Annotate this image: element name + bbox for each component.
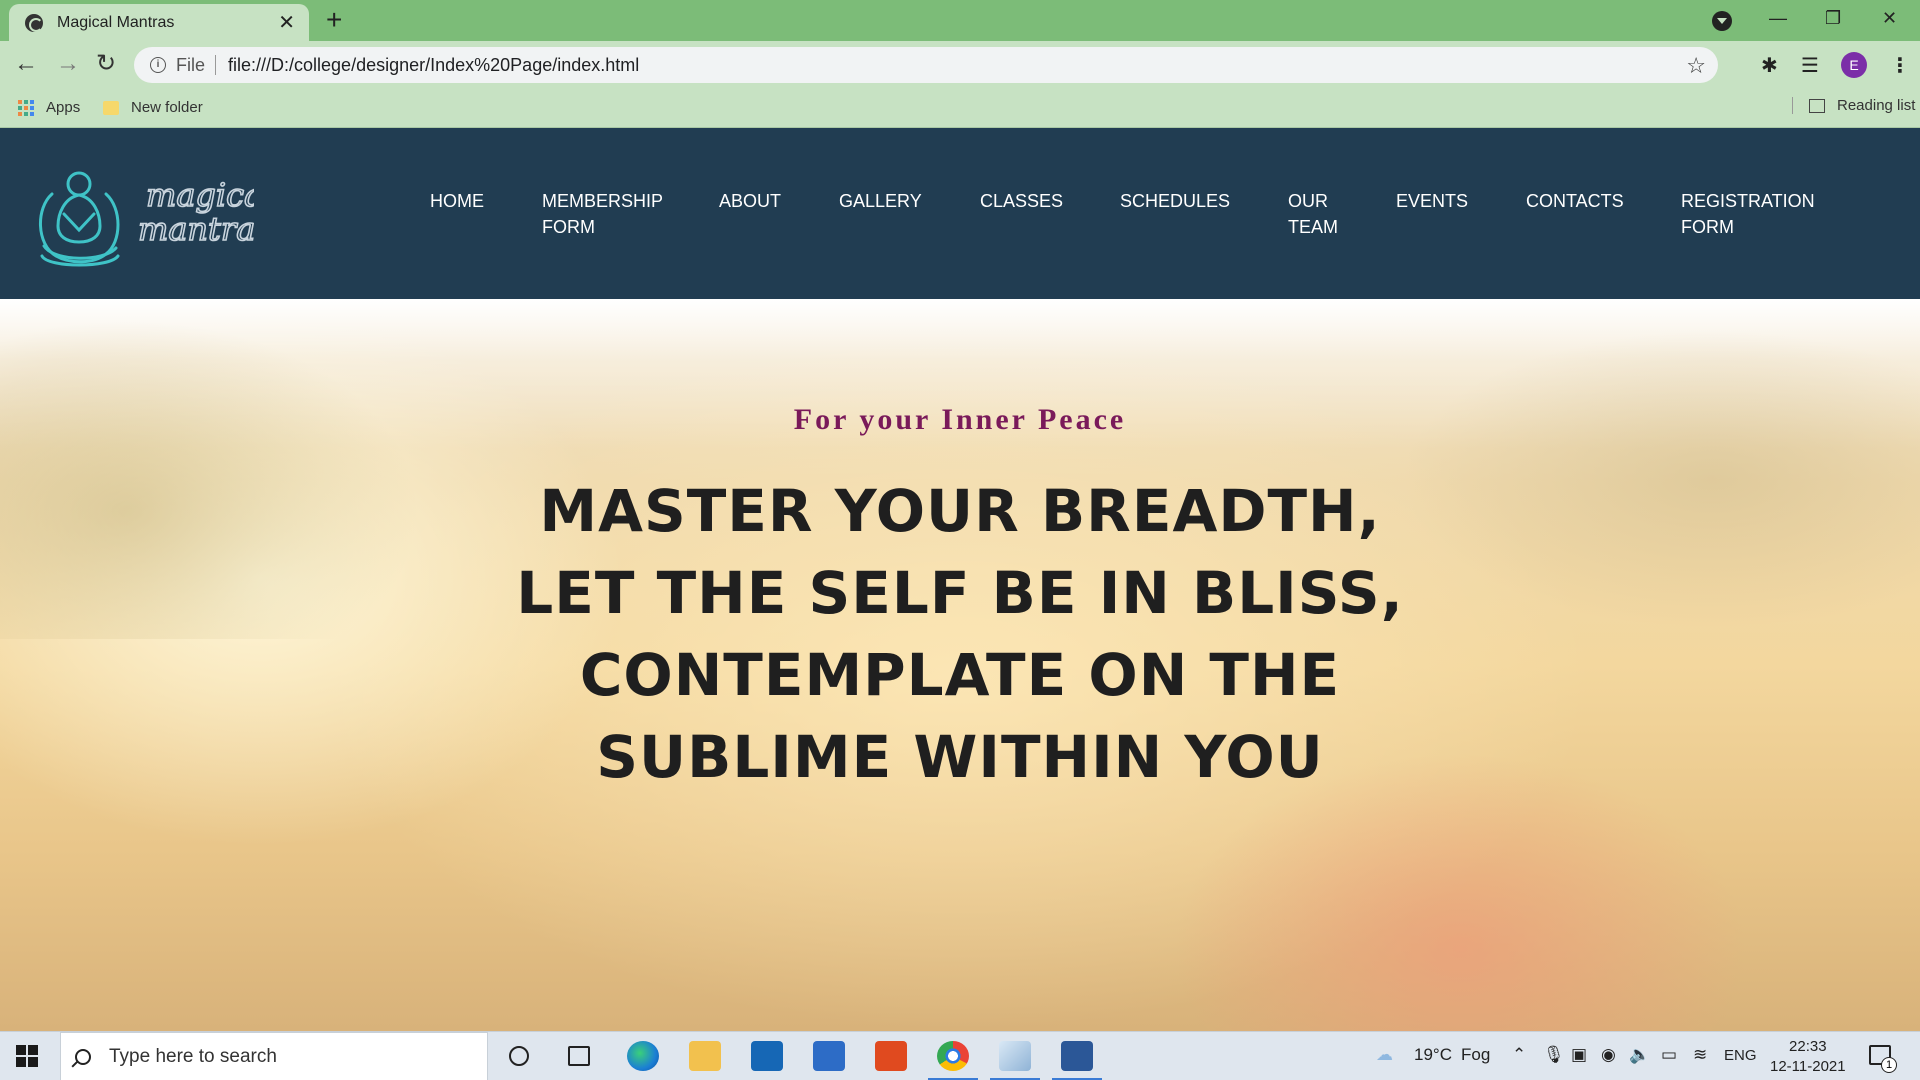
nav-registration-form[interactable]: REGISTRATION FORM (1681, 188, 1831, 240)
security-icon[interactable]: ▣ (1571, 1045, 1587, 1065)
taskbar-search-input[interactable] (109, 1045, 469, 1068)
site-info-icon[interactable]: i (150, 57, 166, 73)
hero-background-grass-left (0, 319, 420, 639)
file-explorer-icon[interactable] (689, 1041, 721, 1071)
dell-app-icon[interactable] (751, 1041, 783, 1071)
volume-icon[interactable]: 🔈 (1629, 1045, 1650, 1065)
url-text[interactable]: file:///D:/college/designer/Index%20Page… (228, 55, 639, 76)
address-bar[interactable]: i File file:///D:/college/designer/Index… (134, 47, 1718, 83)
reading-list-label: Reading list (1837, 97, 1916, 114)
edge-icon[interactable] (627, 1041, 659, 1071)
media-control-icon[interactable]: ☰ (1801, 53, 1819, 78)
tab-close-icon[interactable]: ✕ (278, 13, 295, 33)
mail-icon[interactable] (813, 1041, 845, 1071)
windows-taskbar: ☁ 19°C Fog ⌃ 🎙 ▣ ◉ 🔈 ▭ ≋ ENG 22:33 12-11… (0, 1031, 1920, 1080)
back-icon[interactable]: ← (14, 49, 38, 79)
magical-mantras-logo[interactable]: magical mantras (34, 164, 254, 274)
weather-description[interactable]: Fog (1461, 1045, 1490, 1065)
bookmark-new-folder[interactable]: New folder (103, 99, 203, 116)
bookmark-label: New folder (131, 99, 203, 116)
bookmark-label: Apps (46, 99, 81, 116)
nav-schedules[interactable]: SCHEDULES (1120, 188, 1230, 214)
restore-icon[interactable]: ❐ (1825, 8, 1841, 29)
reading-list-button[interactable]: Reading list (1792, 97, 1915, 114)
url-scheme-label: File (176, 55, 217, 75)
minimize-icon[interactable]: — (1769, 8, 1787, 29)
apps-grid-icon (18, 99, 34, 116)
weather-temperature[interactable]: 19°C (1414, 1045, 1452, 1065)
hero-background-grass-right (1400, 329, 1920, 629)
chevron-up-icon[interactable]: ⌃ (1512, 1045, 1526, 1065)
search-icon (75, 1048, 91, 1065)
profile-avatar[interactable]: E (1841, 52, 1867, 78)
extensions-icon[interactable]: ✱ (1761, 53, 1778, 78)
chrome-icon[interactable] (928, 1041, 978, 1080)
nav-membership-form[interactable]: MEMBERSHIP FORM (542, 188, 672, 240)
browser-tab-active[interactable]: Magical Mantras ✕ (9, 4, 309, 42)
hero-tagline: For your Inner Peace (793, 403, 1127, 436)
nav-home[interactable]: HOME (430, 188, 484, 214)
weather-cloud-icon[interactable]: ☁ (1376, 1045, 1393, 1065)
bookmark-apps[interactable]: Apps (18, 99, 80, 116)
logo-text-magical: magical (146, 176, 254, 214)
system-clock[interactable]: 22:33 12-11-2021 (1770, 1037, 1846, 1077)
bookmark-star-icon[interactable]: ☆ (1686, 53, 1706, 79)
hero-headline: MASTER YOUR BREADTH, LET THE SELF BE IN … (516, 477, 1404, 791)
notification-count-badge: 1 (1881, 1057, 1897, 1073)
taskbar-search-box[interactable] (60, 1032, 488, 1080)
browser-toolbar: ← → ↻ i File file:///D:/college/designer… (0, 41, 1920, 91)
microphone-icon[interactable]: 🎙 (1543, 1045, 1565, 1065)
clock-date: 12-11-2021 (1770, 1058, 1846, 1075)
wifi-icon[interactable]: ≋ (1693, 1045, 1707, 1065)
tab-title: Magical Mantras (57, 14, 175, 31)
nav-events[interactable]: EVENTS (1396, 188, 1468, 214)
nav-gallery[interactable]: GALLERY (839, 188, 922, 214)
bookmarks-bar: Apps New folder Reading list (0, 91, 1920, 128)
site-header: magical mantras HOME MEMBERSHIP FORM ABO… (0, 128, 1920, 299)
logo-text-mantras: mantras (138, 210, 254, 248)
cortana-icon[interactable] (509, 1046, 529, 1066)
nav-classes[interactable]: CLASSES (980, 188, 1063, 214)
window-close-icon[interactable]: ✕ (1882, 8, 1897, 29)
nav-our-team[interactable]: OUR TEAM (1288, 188, 1348, 240)
folder-icon (103, 100, 119, 115)
nav-contacts[interactable]: CONTACTS (1526, 188, 1624, 214)
word-icon[interactable] (1052, 1041, 1102, 1080)
start-windows-icon[interactable] (16, 1045, 38, 1067)
site-favicon-icon (25, 14, 43, 32)
task-view-icon[interactable] (568, 1046, 590, 1066)
new-tab-button[interactable]: + (326, 6, 342, 34)
language-indicator[interactable]: ENG (1724, 1047, 1757, 1064)
tab-search-icon[interactable] (1712, 11, 1732, 31)
menu-kebab-icon[interactable]: ⋮ (1890, 53, 1910, 78)
clock-time: 22:33 (1789, 1038, 1827, 1055)
forward-icon[interactable]: → (56, 49, 80, 79)
reading-list-icon (1809, 98, 1825, 113)
paint-icon[interactable] (990, 1041, 1040, 1080)
browser-tab-strip: Magical Mantras ✕ + — ❐ ✕ (0, 0, 1920, 42)
camera-icon[interactable]: ◉ (1601, 1045, 1616, 1065)
battery-icon[interactable]: ▭ (1661, 1045, 1677, 1065)
office-icon[interactable] (875, 1041, 907, 1071)
nav-about[interactable]: ABOUT (719, 188, 781, 214)
reload-icon[interactable]: ↻ (96, 49, 116, 79)
